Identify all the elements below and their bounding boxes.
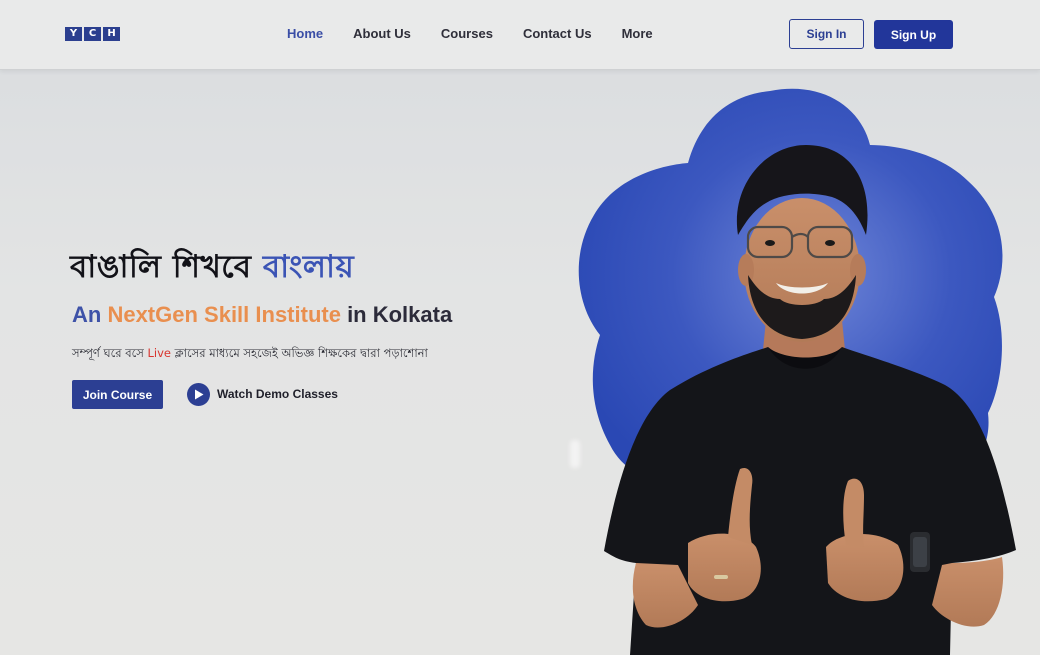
hero-heading-accent: বাংলায় <box>262 249 355 285</box>
hero-desc-start: সম্পূর্ণ ঘরে বসে <box>72 346 148 360</box>
hero-desc-end: ক্লাসের মাধ্যমে সহজেই অভিজ্ঞ শিক্ষকের দ্… <box>171 346 428 360</box>
logo-letter-3: H <box>103 27 120 41</box>
brand-logo[interactable]: Y C H <box>65 27 120 41</box>
hero-sub-prefix: An <box>72 302 108 327</box>
instructor-image <box>578 88 1016 655</box>
watch-demo-link[interactable]: Watch Demo Classes <box>187 382 338 406</box>
hero-heading: বাঙালি শিখবে বাংলায় <box>70 243 354 295</box>
hero-heading-main: বাঙালি শিখবে <box>70 249 263 285</box>
sign-in-button[interactable]: Sign In <box>789 19 864 49</box>
nav-link-home[interactable]: Home <box>287 26 323 41</box>
play-icon[interactable] <box>187 382 210 406</box>
nav-links: Home About Us Courses Contact Us More <box>287 26 653 41</box>
top-navbar: Y C H Home About Us Courses Contact Us M… <box>0 0 1040 70</box>
logo-letter-1: Y <box>65 27 82 41</box>
nav-link-about-us[interactable]: About Us <box>353 26 411 41</box>
hero-sub-institute: NextGen Skill Institute <box>107 302 341 327</box>
hero-description: সম্পূর্ণ ঘরে বসে Live ক্লাসের মাধ্যমে সহ… <box>72 345 428 364</box>
hero-sub-location: in Kolkata <box>340 302 453 327</box>
watch-demo-label: Watch Demo Classes <box>217 387 338 401</box>
sign-up-button[interactable]: Sign Up <box>874 20 953 49</box>
nav-link-courses[interactable]: Courses <box>441 26 493 41</box>
hero-desc-live: Live <box>147 346 171 360</box>
join-course-button[interactable]: Join Course <box>72 380 163 409</box>
logo-letter-2: C <box>84 27 101 41</box>
nav-link-contact-us[interactable]: Contact Us <box>523 26 592 41</box>
hero-illustration <box>570 85 1040 655</box>
screen-glare <box>570 440 580 468</box>
nav-link-more[interactable]: More <box>622 26 653 41</box>
hero-subheading: An NextGen Skill Institute in Kolkata <box>72 302 452 328</box>
